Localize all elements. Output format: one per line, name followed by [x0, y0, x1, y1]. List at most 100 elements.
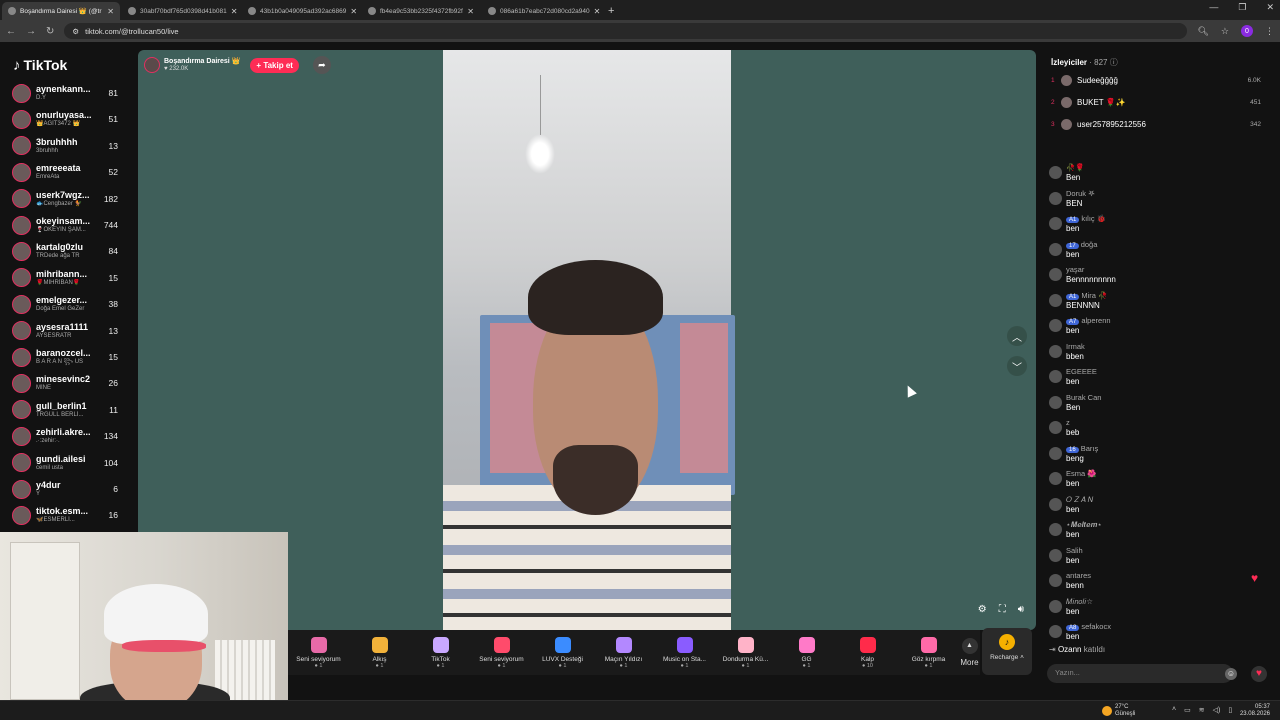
gift-item[interactable]: GG ● 1 — [776, 636, 837, 669]
gift-item[interactable]: Kalp ● 10 — [837, 636, 898, 669]
sidebar-live-user[interactable]: 3bruhhhh 3bruhhh 13 — [12, 133, 132, 159]
gift-item[interactable]: Seni seviyorum ● 1 — [288, 636, 349, 669]
chat-message[interactable]: 16 Barış beng — [1049, 444, 1269, 468]
chevron-up-icon[interactable]: ˄ — [1172, 706, 1176, 714]
chat-message[interactable]: Burak Can Ben — [1049, 393, 1269, 417]
host-name[interactable]: Boşandırma Dairesi 👑 — [164, 58, 240, 66]
zoom-icon[interactable]: 🔍︎ — [1197, 26, 1208, 37]
new-tab-button[interactable]: + — [600, 2, 622, 20]
sidebar-live-user[interactable]: zehirli.akre... .·:zehir:·. 134 — [12, 423, 132, 449]
back-icon[interactable]: ← — [6, 26, 16, 37]
chat-message[interactable]: Salih ben — [1049, 546, 1269, 570]
chat-message[interactable]: Doruk 𖤐 BEN — [1049, 189, 1269, 213]
sidebar-live-user[interactable]: mihribann... 🌹MİHRİBAN🌹 15 — [12, 265, 132, 291]
browser-tab-2[interactable]: 30abf70bdf765d0398d41b081 ✕ — [122, 2, 240, 20]
gift-item[interactable]: Music on Sta... ● 1 — [654, 636, 715, 669]
gift-item[interactable]: Göz kırpma ● 1 — [898, 636, 959, 669]
monitor-icon[interactable]: ▭ — [1184, 706, 1191, 714]
url-field[interactable]: ⚙ tiktok.com/@trollucan50/live — [64, 23, 1188, 39]
chat-message[interactable]: EGEEEE ben — [1049, 367, 1269, 391]
profile-avatar[interactable]: 0 — [1241, 25, 1253, 37]
chat-message[interactable]: A1 kılıç 🐞 ben — [1049, 214, 1269, 238]
chat-message[interactable]: 𝑂 𝑍 𝐴 𝑁ben — [1049, 495, 1269, 519]
gift-item[interactable]: Dondurma Kü... ● 1 — [715, 636, 776, 669]
chat-message[interactable]: Irmak bben — [1049, 342, 1269, 366]
sidebar-live-user[interactable]: userk7wgz... 🐟Cengbazer 🐓 182 — [12, 186, 132, 212]
next-live-button[interactable]: ﹀ — [1007, 356, 1027, 376]
site-info-icon[interactable]: ⚙ — [72, 27, 79, 36]
browser-tab-5[interactable]: 086a61b7eabc72d080cd2a940 ✕ — [482, 2, 600, 20]
previous-live-button[interactable]: ︿ — [1007, 326, 1027, 346]
follow-button[interactable]: + Takip et — [250, 57, 299, 73]
browser-tab-3[interactable]: 43b1b0a049095ad392ac6869 ✕ — [242, 2, 360, 20]
top-viewer-row[interactable]: 2 BUKET 🌹✨ 451 — [1051, 94, 1271, 110]
close-tab-icon[interactable]: ✕ — [231, 7, 238, 16]
sidebar-live-user[interactable]: okeyinsam... 🍷OKEYİN ŞAM... 744 — [12, 212, 132, 238]
sidebar-live-user[interactable]: onurluyasa... 👑AGİT3472 👑 51 — [12, 106, 132, 132]
gift-item[interactable]: TikTok ● 1 — [410, 636, 471, 669]
gift-item[interactable]: Seni seviyorum ● 1 — [471, 636, 532, 669]
browser-tab-1[interactable]: Boşandırma Dairesi 👑 (@tr ✕ — [2, 2, 120, 20]
chat-message[interactable]: A7 alperenn ben — [1049, 316, 1269, 340]
chat-message[interactable]: ⋆𝑴𝒆𝒍𝒕𝒆𝒎⋆ ben — [1049, 520, 1269, 544]
close-tab-icon[interactable]: ✕ — [350, 7, 357, 16]
sidebar-live-user[interactable]: emreeeata EmreAta 52 — [12, 159, 132, 185]
browser-tab-4[interactable]: fb4ea9c53bb2325f4372fb92f ✕ — [362, 2, 480, 20]
chat-message[interactable]: 🥀🌹 Ben — [1049, 163, 1269, 187]
chat-message[interactable]: antares benn — [1049, 571, 1269, 595]
window-controls: — ❐ ✕ — [1209, 2, 1274, 13]
reload-icon[interactable]: ↻ — [46, 26, 54, 37]
gift-item[interactable]: Maçın Yıldızı ● 1 — [593, 636, 654, 669]
sidebar-live-user[interactable]: minesevinc2 MİNE 26 — [12, 370, 132, 396]
chat-message[interactable]: 𝑀𝑖𝑛𝑜𝑙𝑖☆ ben — [1049, 597, 1269, 621]
live-video[interactable] — [443, 50, 735, 630]
chat-message[interactable]: A8 sefakocx ben — [1049, 622, 1269, 646]
sidebar-live-user[interactable]: emelgezer... Doğa Emel GeZer 38 — [12, 291, 132, 317]
chat-message[interactable]: A1 Mira 🥀 BENNNN — [1049, 291, 1269, 315]
menu-kebab-icon[interactable]: ⋮ — [1265, 26, 1274, 37]
viewers-title[interactable]: İzleyiciler · 827 ⓘ — [1051, 57, 1118, 68]
more-gifts-button[interactable]: ▲ More — [959, 638, 980, 667]
like-heart-icon[interactable]: ♥ — [1251, 666, 1267, 682]
sidebar-live-user[interactable]: aynenkann... D.Y 81 — [12, 80, 132, 106]
close-tab-icon[interactable]: ✕ — [467, 7, 474, 16]
chat-message[interactable]: 17 doğa ben — [1049, 240, 1269, 264]
tiktok-logo[interactable]: ♪ TikTok — [0, 42, 138, 76]
restore-icon[interactable]: ❐ — [1238, 2, 1246, 13]
top-viewer-row[interactable]: 1 Sudeeğğğğ 6.0K — [1051, 72, 1271, 88]
clock[interactable]: 05:37 23.08.2026 — [1240, 704, 1270, 718]
sidebar-live-user[interactable]: baranozcel... B A R A N ꧂ US 15 — [12, 344, 132, 370]
gift-item[interactable]: LUVX Desteği ● 1 — [532, 636, 593, 669]
sidebar-live-user[interactable]: tiktok.esm... 🦋ESMERLİ... 16 — [12, 502, 132, 528]
close-tab-icon[interactable]: ✕ — [107, 7, 114, 16]
recharge-button[interactable]: ♪ Recharge ˄ — [982, 628, 1032, 675]
sidebar-live-user[interactable]: aysesra1111 AYSESRATR 13 — [12, 318, 132, 344]
sidebar-live-user[interactable]: kartalg0zlu TRDede ağa TR 84 — [12, 238, 132, 264]
chat-message[interactable]: yaşar Bennnnnnnnn — [1049, 265, 1269, 289]
wifi-icon[interactable]: ≋ — [1199, 706, 1205, 714]
close-window-icon[interactable]: ✕ — [1266, 2, 1274, 13]
chat-input[interactable]: Yazın... — [1047, 664, 1233, 683]
emoji-icon[interactable]: ☺ — [1225, 668, 1237, 680]
top-viewer-row[interactable]: 3 user257895212556 342 — [1051, 116, 1271, 132]
weather-widget[interactable]: 27°C Güneşli — [1102, 704, 1135, 718]
gift-item[interactable]: Alkış ● 1 — [349, 636, 410, 669]
volume-icon[interactable]: 🔊︎ — [1018, 604, 1024, 615]
forward-icon[interactable]: → — [26, 26, 36, 37]
info-icon[interactable]: ⓘ — [1110, 58, 1118, 67]
sidebar-live-user[interactable]: gundi.ailesi cemil usta 104 — [12, 450, 132, 476]
speaker-icon[interactable]: ◁) — [1213, 706, 1221, 714]
minimize-icon[interactable]: — — [1209, 2, 1218, 13]
battery-icon[interactable]: ▯ — [1228, 706, 1232, 714]
chat-message[interactable]: Esma 🌺 ben — [1049, 469, 1269, 493]
fullscreen-icon[interactable]: ⛶ — [999, 604, 1006, 615]
share-icon[interactable]: ➦ — [312, 56, 331, 74]
user-name: aynenkann... — [36, 84, 91, 94]
chat-message[interactable]: z beb — [1049, 418, 1269, 442]
sidebar-live-user[interactable]: gull_berlin1 TRGÜLL BERLİ... 11 — [12, 397, 132, 423]
host-avatar[interactable] — [144, 57, 160, 73]
settings-icon[interactable]: ⚙ — [978, 604, 987, 615]
user-avatar — [12, 373, 31, 393]
bookmark-star-icon[interactable]: ☆ — [1221, 26, 1229, 37]
sidebar-live-user[interactable]: y4dur Y 6 — [12, 476, 132, 502]
